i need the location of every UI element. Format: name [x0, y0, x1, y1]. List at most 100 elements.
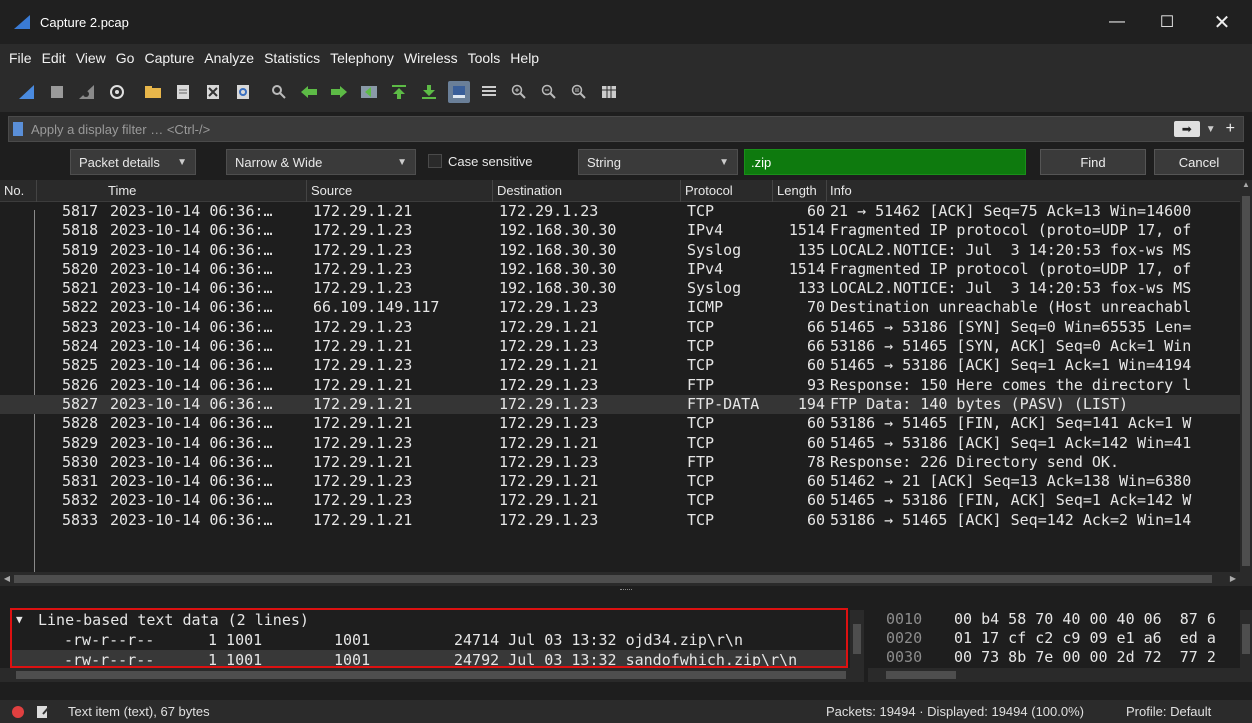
- pane-splitter[interactable]: [0, 586, 1252, 606]
- column-source[interactable]: Source: [311, 183, 352, 198]
- zoom-out-icon[interactable]: [538, 81, 560, 103]
- details-hscroll[interactable]: [0, 668, 864, 682]
- bytes-row[interactable]: 0010 00 b4 58 70 40 00 40 06 87 6: [868, 610, 1240, 629]
- maximize-button[interactable]: ☐: [1142, 0, 1192, 44]
- packet-row[interactable]: 5819 2023-10-14 06:36:… 172.29.1.23 192.168…: [0, 241, 1240, 260]
- details-vscroll[interactable]: [850, 610, 864, 668]
- packet-time: 2023-10-14 06:36:…: [110, 491, 273, 510]
- packet-row[interactable]: 5824 2023-10-14 06:36:… 172.29.1.21 172.29.…: [0, 337, 1240, 356]
- tree-item-text-line[interactable]: -rw-r--r-- 1 1001 1001 24714 Jul 03 13:32 o…: [12, 630, 846, 650]
- packet-bytes-pane: 0010 00 b4 58 70 40 00 40 06 87 6 0020 01 1…: [868, 610, 1240, 668]
- filter-bookmark-icon[interactable]: [13, 122, 23, 136]
- autoscroll-icon[interactable]: [448, 81, 470, 103]
- bytes-hscroll[interactable]: [868, 668, 1252, 682]
- column-destination[interactable]: Destination: [497, 183, 562, 198]
- file-icon[interactable]: [172, 81, 194, 103]
- packet-source: 172.29.1.23: [313, 433, 413, 452]
- packet-row[interactable]: 5831 2023-10-14 06:36:… 172.29.1.23 172.29.…: [0, 472, 1240, 491]
- edit-comment-icon[interactable]: [36, 705, 50, 719]
- packet-source: 172.29.1.23: [313, 221, 413, 240]
- restart-icon[interactable]: [76, 81, 98, 103]
- menu-edit[interactable]: Edit: [37, 50, 71, 66]
- packet-row[interactable]: 5817 2023-10-14 06:36:… 172.29.1.21 172.29.…: [0, 202, 1240, 221]
- go-to-packet-icon[interactable]: [358, 81, 380, 103]
- packet-list-hscroll[interactable]: ◀ ▶: [0, 572, 1240, 586]
- add-filter-button[interactable]: +: [1226, 120, 1235, 138]
- forward-arrow-icon[interactable]: [328, 81, 350, 103]
- menu-view[interactable]: View: [71, 50, 111, 66]
- find-icon[interactable]: [268, 81, 290, 103]
- packet-time: 2023-10-14 06:36:…: [110, 259, 273, 278]
- minimize-button[interactable]: —: [1092, 0, 1142, 44]
- case-sensitive-checkbox[interactable]: [428, 154, 442, 168]
- options-gear-icon[interactable]: [106, 81, 128, 103]
- packet-row[interactable]: 5828 2023-10-14 06:36:… 172.29.1.21 172.29.…: [0, 414, 1240, 433]
- status-profile[interactable]: Profile: Default: [1126, 704, 1211, 719]
- menu-telephony[interactable]: Telephony: [325, 50, 399, 66]
- menu-tools[interactable]: Tools: [463, 50, 506, 66]
- packet-row[interactable]: 5820 2023-10-14 06:36:… 172.29.1.23 192.168…: [0, 260, 1240, 279]
- normal-size-icon[interactable]: [568, 81, 590, 103]
- search-type-select[interactable]: String ▼: [578, 149, 738, 175]
- menu-help[interactable]: Help: [505, 50, 544, 66]
- packet-row[interactable]: 5827 2023-10-14 06:36:… 172.29.1.21 172.29.…: [0, 394, 1240, 415]
- packet-list-vscroll[interactable]: ▲: [1240, 180, 1252, 586]
- packet-protocol: TCP: [687, 202, 715, 220]
- shark-fin-icon[interactable]: [16, 81, 38, 103]
- packet-row[interactable]: 5830 2023-10-14 06:36:… 172.29.1.21 172.29.…: [0, 453, 1240, 472]
- open-folder-icon[interactable]: [142, 81, 164, 103]
- reload-icon[interactable]: [232, 81, 254, 103]
- close-file-icon[interactable]: [202, 81, 224, 103]
- display-filter-input[interactable]: Apply a display filter … <Ctrl-/>: [31, 122, 1174, 137]
- packet-row[interactable]: 5822 2023-10-14 06:36:… 66.109.149.117 172.…: [0, 298, 1240, 317]
- column-info[interactable]: Info: [830, 183, 852, 198]
- column-no[interactable]: No.: [4, 183, 24, 198]
- menu-capture[interactable]: Capture: [139, 50, 199, 66]
- menu-go[interactable]: Go: [111, 50, 140, 66]
- menu-statistics[interactable]: Statistics: [259, 50, 325, 66]
- search-in-select[interactable]: Packet details ▼: [70, 149, 196, 175]
- back-arrow-icon[interactable]: [298, 81, 320, 103]
- bytes-offset: 0030: [886, 648, 923, 666]
- find-query-input[interactable]: .zip: [744, 149, 1026, 175]
- char-width-select[interactable]: Narrow & Wide ▼: [226, 149, 416, 175]
- stop-icon[interactable]: [46, 81, 68, 103]
- packet-length: 60: [806, 433, 825, 452]
- menu-analyze[interactable]: Analyze: [199, 50, 259, 66]
- packet-row[interactable]: 5821 2023-10-14 06:36:… 172.29.1.23 192.168…: [0, 279, 1240, 298]
- colorize-icon[interactable]: [478, 81, 500, 103]
- apply-filter-button[interactable]: ➡: [1173, 121, 1200, 137]
- cancel-button[interactable]: Cancel: [1154, 149, 1244, 175]
- packet-row[interactable]: 5818 2023-10-14 06:36:… 172.29.1.23 192.168…: [0, 221, 1240, 240]
- find-button[interactable]: Find: [1040, 149, 1146, 175]
- tree-item-line-based-text[interactable]: ▼ Line-based text data (2 lines): [12, 610, 846, 630]
- resize-columns-icon[interactable]: [598, 81, 620, 103]
- menu-wireless[interactable]: Wireless: [399, 50, 463, 66]
- packet-row[interactable]: 5829 2023-10-14 06:36:… 172.29.1.23 172.29.…: [0, 434, 1240, 453]
- packet-length: 70: [806, 298, 825, 317]
- bytes-vscroll[interactable]: [1240, 610, 1252, 668]
- tree-item-text-line[interactable]: -rw-r--r-- 1 1001 1001 24792 Jul 03 13:32 s…: [12, 650, 846, 666]
- filter-history-dropdown-icon[interactable]: ▼: [1206, 124, 1216, 135]
- expand-arrow-icon[interactable]: ▼: [16, 613, 23, 626]
- last-packet-icon[interactable]: [418, 81, 440, 103]
- close-button[interactable]: ✕: [1192, 0, 1252, 44]
- packet-row[interactable]: 5823 2023-10-14 06:36:… 172.29.1.23 172.29.…: [0, 318, 1240, 337]
- packet-protocol: Syslog: [687, 279, 742, 298]
- tree-item-label: Line-based text data (2 lines): [38, 611, 309, 629]
- packet-row[interactable]: 5833 2023-10-14 06:36:… 172.29.1.21 172.29.…: [0, 511, 1240, 530]
- bytes-row[interactable]: 0030 00 73 8b 7e 00 00 2d 72 77 2: [868, 648, 1240, 667]
- expert-info-icon[interactable]: [12, 705, 24, 718]
- first-packet-icon[interactable]: [388, 81, 410, 103]
- column-protocol[interactable]: Protocol: [685, 183, 733, 198]
- packet-time: 2023-10-14 06:36:…: [110, 356, 273, 375]
- zoom-in-icon[interactable]: [508, 81, 530, 103]
- column-time[interactable]: Time: [108, 183, 136, 198]
- menu-file[interactable]: File: [4, 50, 37, 66]
- column-length[interactable]: Length: [777, 183, 817, 198]
- bytes-row[interactable]: 0020 01 17 cf c2 c9 09 e1 a6 ed a: [868, 629, 1240, 648]
- packet-row[interactable]: 5825 2023-10-14 06:36:… 172.29.1.23 172.29.…: [0, 356, 1240, 375]
- packet-row[interactable]: 5826 2023-10-14 06:36:… 172.29.1.21 172.29.…: [0, 376, 1240, 395]
- packet-row[interactable]: 5832 2023-10-14 06:36:… 172.29.1.23 172.29.…: [0, 491, 1240, 510]
- packet-no: 5826: [62, 375, 99, 394]
